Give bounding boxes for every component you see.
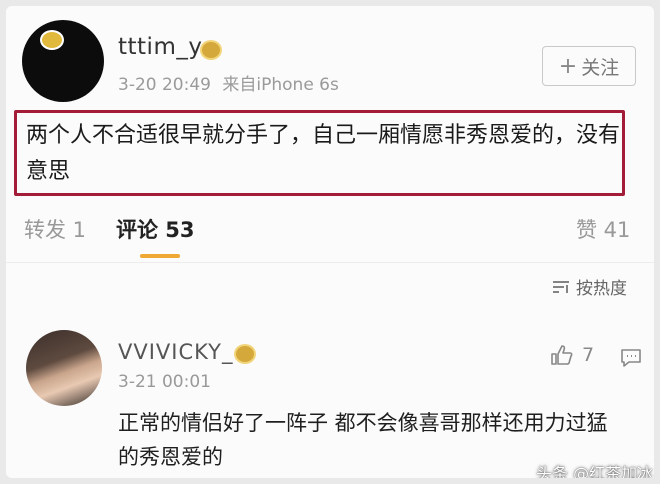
repost-tab[interactable]: 转发 1 [24,214,86,244]
active-tab-indicator [140,254,180,258]
post-source: 来自iPhone 6s [222,75,339,95]
avatar-badge-icon [40,30,64,50]
vip-badge-icon [200,40,222,60]
comments-tab[interactable]: 评论 53 [116,214,195,244]
vip-badge-icon [234,344,256,364]
reply-icon[interactable] [620,348,642,368]
comment-like-button[interactable]: 7 [550,344,594,366]
follow-button[interactable]: + 关注 [542,46,636,86]
poster-avatar[interactable] [22,20,104,102]
divider [6,262,654,263]
weibo-post-view: tttim_y 3-20 20:49 来自iPhone 6s + 关注 两个人不… [6,6,654,478]
commenter-avatar[interactable] [26,330,102,406]
comment-time: 3-21 00:01 [118,372,211,392]
follow-label: 关注 [581,56,620,79]
sort-by-hot-button[interactable]: 按热度 [552,274,627,299]
commenter-username[interactable]: VVIVICKY_ [118,340,234,364]
thumbs-up-icon [551,345,573,365]
post-meta: 3-20 20:49 来自iPhone 6s [118,70,339,95]
post-time: 3-20 20:49 [118,75,211,95]
sort-icon [553,280,569,293]
plus-icon: + [558,53,578,79]
comment-like-count: 7 [582,344,595,366]
post-content: 两个人不合适很早就分手了，自己一厢情愿非秀恩爱的，没有意思 [26,123,621,184]
poster-username[interactable]: tttim_y [118,34,202,60]
likes-tab[interactable]: 赞 41 [576,214,630,244]
watermark: 头条 @红茶加冰 [536,464,654,478]
sort-label: 按热度 [576,279,627,299]
